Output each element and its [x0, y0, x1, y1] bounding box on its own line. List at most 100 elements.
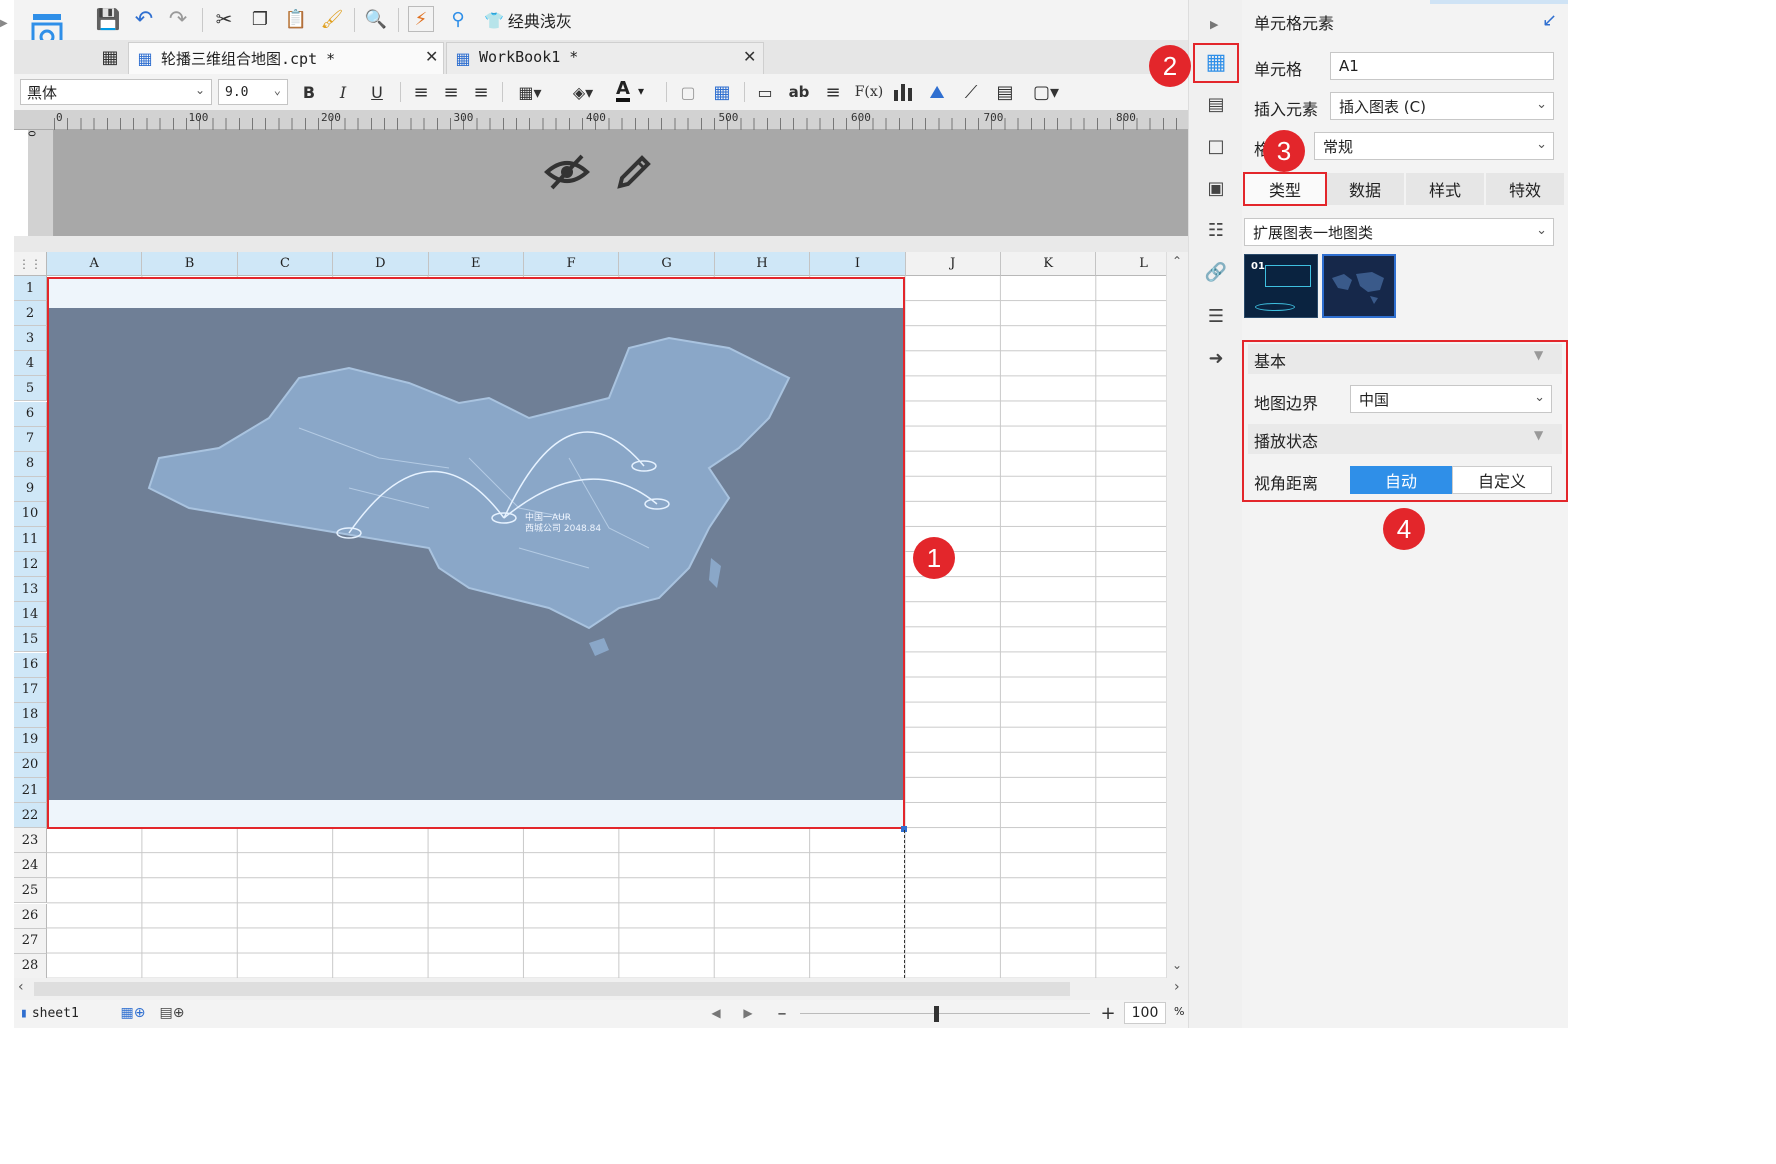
- chart-thumb-flow[interactable]: 01: [1244, 254, 1318, 318]
- chart-thumb-world[interactable]: [1322, 254, 1396, 318]
- column-header[interactable]: F: [524, 252, 620, 276]
- font-name-select[interactable]: 黑体 ⌄: [20, 79, 212, 105]
- copy-icon[interactable]: ❐: [248, 6, 272, 32]
- column-header[interactable]: I: [810, 252, 906, 276]
- scroll-right-icon[interactable]: ›: [1174, 979, 1180, 995]
- collapse-icon[interactable]: ▼: [1534, 428, 1543, 442]
- zoom-out-icon[interactable]: –: [772, 1002, 792, 1024]
- row-header[interactable]: 27: [14, 928, 47, 954]
- column-header[interactable]: E: [428, 252, 524, 276]
- row-header[interactable]: 25: [14, 878, 47, 904]
- scroll-up-icon[interactable]: ⌃: [1172, 254, 1182, 268]
- sub-report-icon[interactable]: ▤: [992, 80, 1018, 104]
- save-icon[interactable]: 💾: [96, 6, 121, 32]
- formula-button[interactable]: F(x): [854, 80, 884, 104]
- grid-menu-icon[interactable]: ▦: [98, 44, 122, 70]
- fill-color-icon[interactable]: ◈▾: [562, 80, 604, 104]
- row-header[interactable]: 5: [14, 376, 47, 402]
- report-fill-icon[interactable]: ➜: [1200, 342, 1232, 374]
- row-header[interactable]: 7: [14, 426, 47, 452]
- font-color-icon[interactable]: A ▾: [616, 78, 658, 104]
- hide-eye-icon[interactable]: [542, 150, 592, 194]
- column-header[interactable]: J: [905, 252, 1001, 276]
- close-tab-icon[interactable]: ✕: [743, 47, 756, 66]
- zoom-slider-thumb[interactable]: [934, 1006, 939, 1022]
- row-header[interactable]: 8: [14, 451, 47, 477]
- splitter[interactable]: [14, 236, 1188, 252]
- view-auto-button[interactable]: 自动: [1350, 466, 1452, 494]
- cell-attribute-icon[interactable]: ▤: [1200, 88, 1232, 120]
- column-header[interactable]: G: [619, 252, 715, 276]
- row-header[interactable]: 12: [14, 552, 47, 578]
- border-icon[interactable]: ▦▾: [510, 80, 550, 104]
- row-header[interactable]: 3: [14, 326, 47, 352]
- scroll-down-icon[interactable]: ⌄: [1172, 958, 1182, 972]
- row-header[interactable]: 11: [14, 527, 47, 553]
- file-tab-active[interactable]: ▦ 轮播三维组合地图.cpt * ✕: [128, 42, 444, 74]
- underline-button[interactable]: U: [366, 80, 388, 104]
- file-tab[interactable]: ▦ WorkBook1 * ✕: [446, 42, 764, 74]
- next-sheet-icon[interactable]: ▶: [740, 1004, 756, 1022]
- column-header[interactable]: B: [142, 252, 238, 276]
- cut-icon[interactable]: ✂: [212, 6, 236, 32]
- insert-element-select[interactable]: 插入图表 (C) ⌄: [1330, 92, 1554, 120]
- design-mode-icon[interactable]: ⚡: [408, 6, 434, 32]
- row-header[interactable]: 18: [14, 702, 47, 728]
- map-chart[interactable]: 中国一AUR 西城公司 2048.84: [49, 308, 903, 800]
- row-header[interactable]: 10: [14, 501, 47, 527]
- text-field-icon[interactable]: ▭: [752, 80, 778, 104]
- view-custom-button[interactable]: 自定义: [1452, 466, 1552, 494]
- merge-cells-icon[interactable]: ▢: [676, 80, 700, 104]
- row-header[interactable]: 4: [14, 351, 47, 377]
- plugin-icon[interactable]: ⚲: [446, 6, 470, 32]
- tab-data[interactable]: 数据: [1326, 173, 1404, 205]
- align-left-icon[interactable]: ≡: [410, 80, 432, 104]
- row-header[interactable]: 19: [14, 727, 47, 753]
- bold-button[interactable]: B: [298, 80, 320, 104]
- zoom-slider-track[interactable]: [800, 1013, 1090, 1014]
- data-tree-icon[interactable]: ☰: [1200, 300, 1232, 332]
- add-dashboard-icon[interactable]: ▤⊕: [156, 1002, 188, 1024]
- row-header[interactable]: 21: [14, 778, 47, 804]
- table-icon[interactable]: ▦: [710, 80, 734, 104]
- select-all-corner[interactable]: ⋮⋮: [14, 252, 47, 276]
- row-header[interactable]: 13: [14, 577, 47, 603]
- hyperlink-icon[interactable]: 🔗: [1200, 256, 1232, 288]
- scroll-left-icon[interactable]: ‹: [18, 979, 24, 995]
- undo-icon[interactable]: ↶: [132, 6, 156, 32]
- row-header[interactable]: 1: [14, 276, 47, 302]
- row-header[interactable]: 24: [14, 853, 47, 879]
- pin-icon[interactable]: ↙: [1542, 10, 1557, 31]
- widget-settings-icon[interactable]: ▣: [1200, 172, 1232, 204]
- column-header[interactable]: H: [714, 252, 811, 276]
- list-icon[interactable]: ≡: [820, 80, 846, 104]
- collapse-icon[interactable]: ▼: [1534, 348, 1543, 362]
- edit-pencil-icon[interactable]: [612, 150, 656, 194]
- column-header[interactable]: C: [237, 252, 334, 276]
- row-header[interactable]: 22: [14, 803, 47, 829]
- add-sheet-icon[interactable]: ▦⊕: [118, 1002, 148, 1024]
- left-collapse-arrow[interactable]: ▶: [0, 18, 12, 34]
- font-size-select[interactable]: 9.0 ⌄: [218, 79, 288, 105]
- map-boundary-select[interactable]: 中国 ⌄: [1350, 385, 1552, 413]
- theme-button[interactable]: 👕 经典浅灰: [484, 8, 572, 32]
- condition-attribute-icon[interactable]: ☷: [1200, 214, 1232, 246]
- chart-category-select[interactable]: 扩展图表一地图类 ⌄: [1244, 218, 1554, 246]
- sheet-tab[interactable]: ▮ sheet1: [20, 1002, 79, 1024]
- row-header[interactable]: 17: [14, 677, 47, 703]
- bar-chart-icon[interactable]: [890, 80, 916, 104]
- row-header[interactable]: 26: [14, 903, 47, 929]
- format-select[interactable]: 常规 ⌄: [1314, 132, 1554, 160]
- tab-effect[interactable]: 特效: [1486, 173, 1564, 205]
- float-element-icon[interactable]: □: [1200, 130, 1232, 162]
- row-header[interactable]: 16: [14, 652, 47, 678]
- prev-sheet-icon[interactable]: ◀: [708, 1004, 724, 1022]
- align-right-icon[interactable]: ≡: [470, 80, 492, 104]
- italic-button[interactable]: I: [332, 80, 354, 104]
- horizontal-scrollbar[interactable]: ‹ ›: [14, 978, 1188, 1000]
- format-painter-icon[interactable]: 🖌: [320, 6, 344, 32]
- column-header[interactable]: D: [333, 252, 429, 276]
- paste-icon[interactable]: 📋: [284, 6, 308, 32]
- column-header[interactable]: A: [47, 252, 143, 276]
- row-header[interactable]: 15: [14, 627, 47, 653]
